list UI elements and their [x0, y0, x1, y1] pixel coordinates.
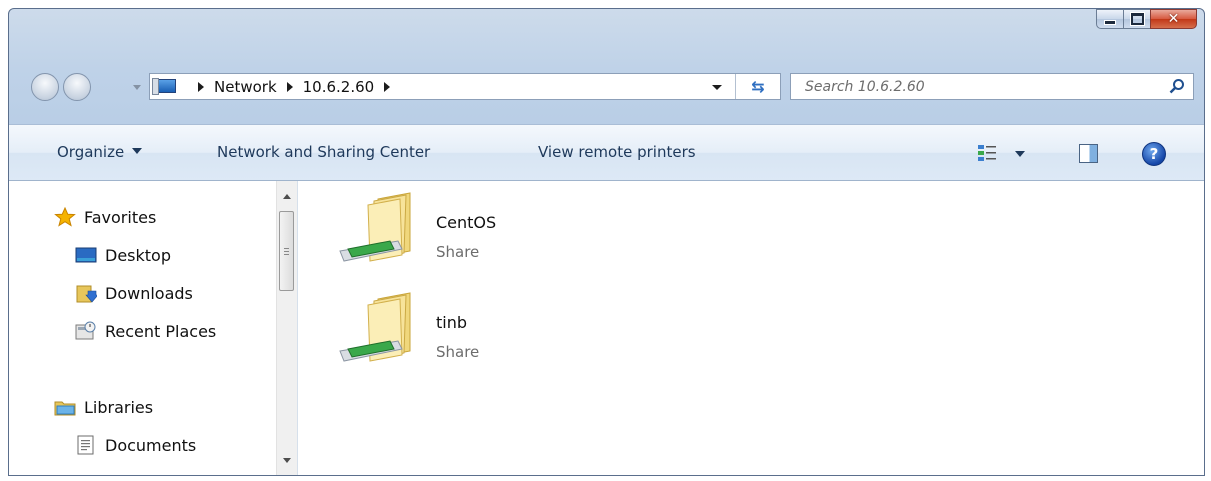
refresh-icon: ⇆ — [751, 77, 765, 96]
back-button[interactable] — [31, 73, 59, 101]
file-type: Share — [436, 243, 480, 261]
view-options-icon — [978, 145, 996, 161]
explorer-window: ✕ Network 10.6.2.60 ⇆ Search 10.6.2.60 O… — [8, 8, 1205, 476]
refresh-button[interactable]: ⇆ — [735, 74, 780, 99]
preview-pane-button[interactable] — [1079, 144, 1098, 163]
recent-pages-dropdown[interactable] — [133, 85, 141, 90]
nav-item-favorites[interactable]: Favorites — [54, 205, 156, 229]
nav-item-downloads[interactable]: Downloads — [75, 281, 193, 305]
nav-item-recent-places[interactable]: Recent Places — [75, 319, 216, 343]
nav-item-label: Favorites — [84, 207, 157, 227]
navigation-pane: Favorites Desktop Downloads Recent Place… — [9, 181, 298, 475]
nav-item-documents[interactable]: Documents — [75, 433, 196, 457]
file-list: CentOS Share tinb Share — [298, 181, 1204, 475]
nav-item-label: Recent Places — [105, 321, 217, 341]
search-icon[interactable] — [1169, 78, 1185, 94]
breadcrumb-host[interactable]: 10.6.2.60 — [303, 78, 375, 96]
downloads-icon — [76, 285, 97, 303]
chevron-right-icon[interactable] — [198, 81, 204, 92]
content-area: Favorites Desktop Downloads Recent Place… — [9, 181, 1204, 475]
organize-menu[interactable]: Organize — [57, 143, 143, 161]
desktop-icon — [75, 247, 97, 263]
chevron-down-icon — [1015, 151, 1025, 157]
minimize-button[interactable] — [1096, 9, 1123, 29]
file-name: CentOS — [436, 213, 497, 232]
network-share-folder-icon — [339, 292, 411, 362]
window-controls: ✕ — [1096, 9, 1197, 30]
address-history-dropdown[interactable] — [712, 85, 722, 90]
breadcrumb-network[interactable]: Network — [214, 78, 277, 96]
nav-item-desktop[interactable]: Desktop — [75, 243, 171, 267]
view-remote-printers-button[interactable]: View remote printers — [538, 143, 696, 161]
search-box[interactable] — [790, 73, 1194, 100]
grip-icon — [284, 248, 289, 249]
nav-item-label: Documents — [105, 435, 197, 455]
close-button[interactable]: ✕ — [1150, 9, 1197, 29]
file-name: tinb — [436, 313, 468, 332]
nav-item-label: Desktop — [105, 245, 171, 265]
change-view-button[interactable] — [977, 143, 1027, 165]
organize-label: Organize — [57, 143, 125, 161]
search-input[interactable] — [803, 76, 1147, 98]
chevron-right-icon[interactable] — [384, 81, 391, 92]
maximize-icon — [1130, 13, 1144, 25]
maximize-button[interactable] — [1123, 9, 1150, 29]
help-icon: ? — [1149, 145, 1159, 163]
file-item-tinb[interactable]: tinb Share — [338, 281, 538, 371]
help-button[interactable]: ? — [1142, 142, 1166, 166]
nav-item-label: Libraries — [84, 397, 154, 417]
navigation-row: Network 10.6.2.60 ⇆ — [9, 69, 1204, 103]
scroll-down-icon[interactable] — [283, 458, 291, 463]
file-type: Share — [436, 343, 480, 361]
breadcrumb: Network 10.6.2.60 — [188, 74, 400, 99]
scroll-up-icon[interactable] — [283, 194, 291, 199]
nav-item-label: Downloads — [105, 283, 193, 303]
documents-icon — [77, 435, 94, 455]
scroll-thumb[interactable] — [279, 211, 294, 291]
chevron-right-icon[interactable] — [286, 81, 293, 92]
nav-item-libraries[interactable]: Libraries — [54, 395, 153, 419]
star-icon — [54, 207, 76, 227]
file-item-centos[interactable]: CentOS Share — [338, 181, 538, 271]
minimize-icon — [1104, 19, 1116, 25]
command-bar: Organize Network and Sharing Center View… — [9, 124, 1204, 181]
address-bar[interactable]: Network 10.6.2.60 ⇆ — [149, 73, 781, 100]
nav-scrollbar[interactable] — [276, 181, 297, 475]
chevron-down-icon — [132, 148, 143, 154]
network-share-folder-icon — [339, 192, 411, 262]
close-icon: ✕ — [1167, 11, 1180, 27]
forward-button[interactable] — [63, 73, 91, 101]
recent-places-icon — [75, 321, 96, 340]
network-sharing-center-button[interactable]: Network and Sharing Center — [217, 143, 430, 161]
computer-icon — [152, 78, 176, 95]
libraries-icon — [54, 401, 76, 416]
